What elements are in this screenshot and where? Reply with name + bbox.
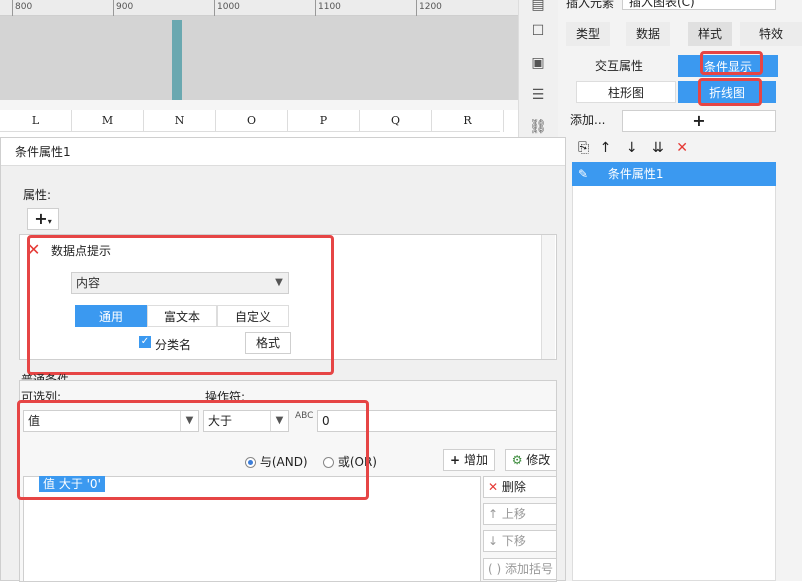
operator-select[interactable]: 大于 ▼ (203, 410, 289, 432)
move-up-button[interactable]: ↑ 上移 (483, 503, 557, 525)
layers-icon[interactable]: ☰ (529, 86, 547, 104)
condition-list-item[interactable]: ✎ 条件属性1 (572, 162, 776, 186)
canvas-area[interactable] (0, 16, 518, 100)
format-button[interactable]: 格式 (245, 332, 291, 354)
content-select[interactable]: 内容 ▼ (71, 272, 289, 294)
sheet-gap (0, 100, 518, 110)
tab-effects[interactable]: 特效 (740, 22, 802, 46)
column-select-value: 值 (28, 414, 41, 428)
attr-section-label: 属性: (23, 188, 52, 202)
add-bracket-button[interactable]: ( ) 添加括号 (483, 558, 557, 580)
column-header: L M N O P Q R (0, 110, 504, 132)
delete-button[interactable]: ✕ 删除 (483, 476, 557, 498)
delete-icon[interactable]: ✕ (676, 140, 688, 156)
edit-pencil-icon: ✎ (578, 167, 589, 181)
ruler-tick: 900 (113, 0, 133, 16)
condition-list (572, 162, 776, 581)
tab-type[interactable]: 类型 (566, 22, 610, 46)
radio-or-dot (323, 457, 334, 468)
arrow-down-icon: ↓ (488, 534, 499, 548)
chevron-down-icon: ▼ (180, 411, 198, 431)
ruler: 800 900 1000 1100 1200 (0, 0, 518, 16)
condition-value-text: 0 (322, 414, 330, 428)
arrow-up-icon[interactable]: ↑ (600, 140, 612, 156)
tab-style[interactable]: 样式 (688, 22, 732, 46)
modify-icon: ⚙ (511, 453, 523, 467)
remove-attr-icon[interactable]: ✕ (27, 240, 40, 259)
add-label: 添加... (570, 113, 606, 127)
condition-toolbar: ⎘ ↑ ↓ ⇊ ✕ (578, 140, 778, 160)
chart-icon[interactable]: ▤ (529, 0, 547, 14)
formula-type-icon[interactable]: ABC (295, 411, 313, 421)
move-up-label: 上移 (501, 507, 526, 521)
rectangle-icon[interactable]: ☐ (529, 22, 547, 40)
ruler-tick: 1000 (214, 0, 240, 16)
radio-and[interactable]: 与(AND) (245, 453, 308, 470)
add-bracket-label: 添加括号 (505, 562, 554, 576)
category-checkbox[interactable]: ✓ (139, 336, 151, 348)
column-header-cell[interactable]: R (432, 110, 504, 132)
bracket-icon: ( ) (488, 562, 502, 576)
move-down-label: 下移 (501, 534, 526, 548)
insert-chart-select[interactable]: 插入图表(C) (622, 0, 776, 10)
condition-value-input[interactable]: 0 (317, 410, 557, 432)
dialog-title: 条件属性1 (1, 138, 565, 166)
insert-chart-label: 插入图表(C) (629, 0, 695, 9)
radio-or[interactable]: 或(OR) (323, 453, 377, 470)
ruler-tick: 1100 (315, 0, 341, 16)
modify-button-label: 修改 (526, 453, 551, 467)
arrow-up-icon: ↑ (488, 507, 499, 521)
tab-general[interactable]: 通用 (75, 305, 147, 327)
column-select[interactable]: 值 ▼ (23, 410, 199, 432)
chevron-down-icon: ▼ (270, 411, 288, 431)
insert-element-label[interactable]: 插入元素 (566, 0, 614, 11)
plus-icon: + (450, 453, 461, 467)
arrow-down-icon[interactable]: ↓ (626, 140, 638, 156)
bar-chart-tab[interactable]: 柱形图 (576, 81, 676, 103)
operator-label: 操作符: (205, 390, 246, 404)
attr-scrollbar[interactable] (541, 235, 555, 359)
content-select-value: 内容 (76, 276, 101, 290)
column-header-cell[interactable]: P (288, 110, 360, 132)
add-condition-button[interactable]: + (622, 110, 776, 132)
column-header-cell[interactable]: Q (360, 110, 432, 132)
chevron-down-icon: ▼ (275, 277, 283, 288)
add-attr-button[interactable]: +▾ (27, 208, 59, 230)
category-name-label: 分类名 (155, 338, 192, 352)
column-header-cell[interactable]: N (144, 110, 216, 132)
radio-and-dot (245, 457, 256, 468)
tab-data[interactable]: 数据 (626, 22, 670, 46)
interaction-attr-tab[interactable]: 交互属性 (562, 55, 676, 77)
condition-dialog: 条件属性1 属性: +▾ ✕ 数据点提示 内容 ▼ 通用 富文本 自定义 ✓ 分… (0, 137, 566, 582)
add-button[interactable]: + 增加 (443, 449, 495, 471)
ruler-tick: 800 (12, 0, 32, 16)
column-header-cell[interactable]: L (0, 110, 72, 132)
dropdown-icon[interactable]: ▣ (529, 54, 547, 72)
tab-richtext[interactable]: 富文本 (147, 305, 217, 327)
optional-col-label: 可选列: (21, 390, 62, 404)
link-icon[interactable]: ⛓ (529, 118, 547, 136)
modify-button[interactable]: ⚙ 修改 (505, 449, 557, 471)
delete-button-label: 删除 (501, 480, 526, 494)
radio-or-label: 或(OR) (337, 455, 377, 469)
column-header-cell[interactable]: M (72, 110, 144, 132)
selected-chart-bar[interactable] (172, 20, 182, 100)
move-down-button[interactable]: ↓ 下移 (483, 530, 557, 552)
delete-icon: ✕ (488, 480, 499, 494)
tool-icon-strip: ▤ ☐ ▣ ☰ ⛓ (518, 0, 558, 140)
move-bottom-icon[interactable]: ⇊ (652, 140, 664, 156)
condition-expression[interactable]: 值 大于 '0' (39, 476, 105, 492)
operator-select-value: 大于 (208, 414, 233, 428)
condition-display-tab[interactable]: 条件显示 (678, 55, 778, 77)
line-chart-tab[interactable]: 折线图 (678, 81, 776, 103)
radio-and-label: 与(AND) (259, 455, 308, 469)
condition-item-label: 条件属性1 (607, 167, 664, 181)
ruler-tick: 1200 (416, 0, 442, 16)
column-header-cell[interactable]: O (216, 110, 288, 132)
datapoint-label: 数据点提示 (51, 244, 112, 258)
tab-custom[interactable]: 自定义 (217, 305, 289, 327)
copy-icon[interactable]: ⎘ (578, 140, 589, 156)
add-button-label: 增加 (463, 453, 488, 467)
